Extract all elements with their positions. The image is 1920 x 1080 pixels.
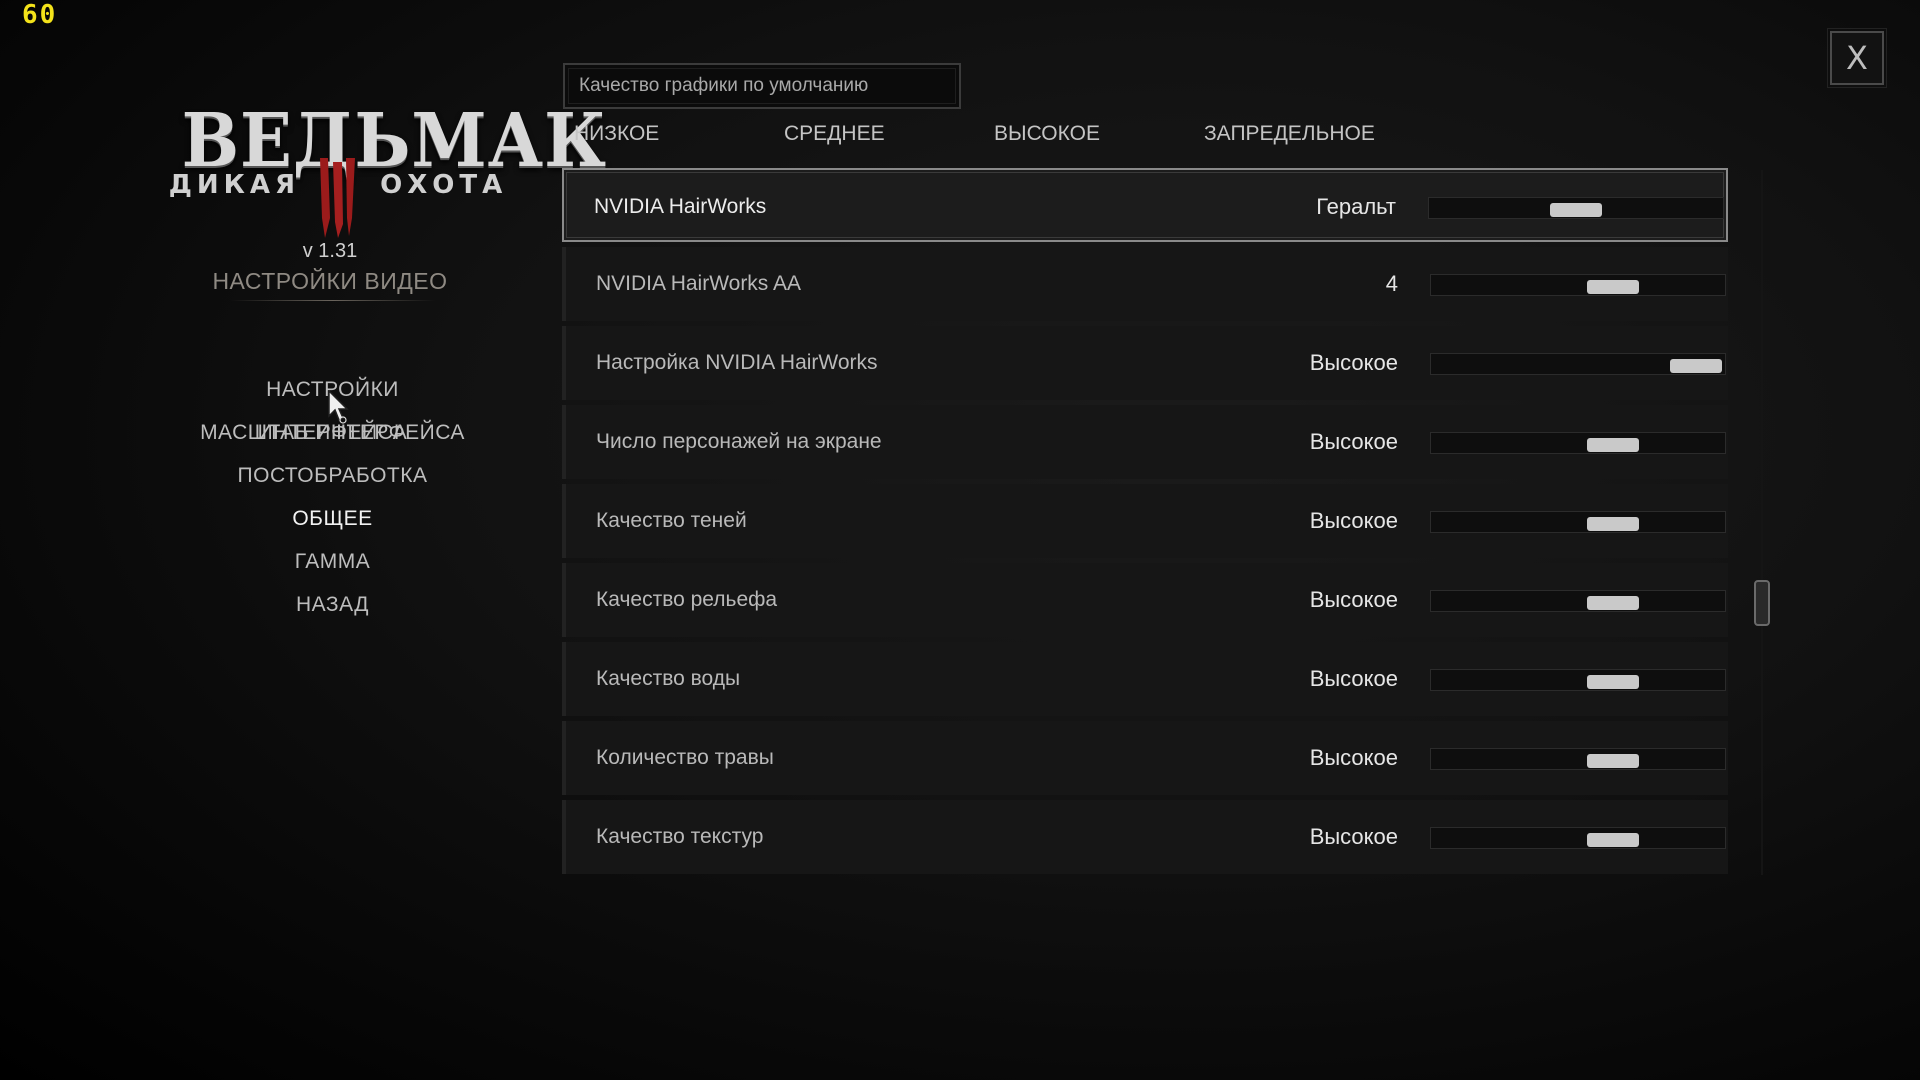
logo-subtitle-left: ДИКАЯ <box>168 170 301 200</box>
setting-slider[interactable] <box>1430 669 1726 691</box>
setting-row[interactable]: Качество рельефа Высокое <box>562 563 1728 637</box>
slider-thumb[interactable] <box>1587 517 1640 531</box>
setting-label: Качество воды <box>596 667 741 690</box>
setting-value: Высокое <box>1309 429 1398 454</box>
version-label: v 1.31 <box>302 240 358 262</box>
setting-row[interactable]: Настройка NVIDIA HairWorks Высокое <box>562 326 1728 400</box>
setting-slider[interactable] <box>1430 748 1726 770</box>
setting-label: Качество текстур <box>596 825 764 848</box>
close-button[interactable]: X <box>1827 28 1887 88</box>
scrollbar-track[interactable] <box>1761 170 1763 875</box>
preset-medium[interactable]: СРЕДНЕЕ <box>784 122 885 146</box>
setting-label: Количество травы <box>596 746 774 769</box>
slider-thumb[interactable] <box>1587 280 1640 294</box>
graphics-preset-field[interactable]: Качество графики по умолчанию <box>563 63 961 109</box>
setting-slider[interactable] <box>1430 590 1726 612</box>
setting-value: Высокое <box>1309 745 1398 770</box>
slider-thumb[interactable] <box>1587 596 1640 610</box>
fps-counter: 60 <box>22 0 58 30</box>
slider-thumb[interactable] <box>1587 438 1640 452</box>
setting-row[interactable]: Качество теней Высокое <box>562 484 1728 558</box>
slider-thumb[interactable] <box>1587 675 1640 689</box>
claw-mark-icon <box>320 158 355 238</box>
logo-subtitle-right: ОХОТА <box>380 170 508 200</box>
slider-thumb[interactable] <box>1669 359 1722 373</box>
setting-slider[interactable] <box>1430 827 1726 849</box>
setting-row[interactable]: NVIDIA HairWorks Геральт <box>562 168 1728 242</box>
setting-slider[interactable] <box>1430 353 1726 375</box>
close-icon: X <box>1846 39 1868 77</box>
setting-label: NVIDIA HairWorks <box>594 195 767 218</box>
slider-thumb[interactable] <box>1550 203 1602 217</box>
section-divider <box>230 300 435 301</box>
setting-row[interactable]: Количество травы Высокое <box>562 721 1728 795</box>
setting-label: Настройка NVIDIA HairWorks <box>596 351 878 374</box>
game-logo: ВЕДЬМАК ДИКАЯ ОХОТА <box>168 98 606 238</box>
setting-value: Высокое <box>1309 350 1398 375</box>
setting-label: NVIDIA HairWorks AA <box>596 272 801 295</box>
slider-thumb[interactable] <box>1587 754 1640 768</box>
setting-slider[interactable] <box>1430 511 1726 533</box>
setting-value: Высокое <box>1309 666 1398 691</box>
menu-item-gamma[interactable]: ГАММА <box>190 540 475 583</box>
setting-slider[interactable] <box>1430 432 1726 454</box>
setting-value: Высокое <box>1309 587 1398 612</box>
setting-row[interactable]: Качество текстур Высокое <box>562 800 1728 874</box>
preset-high[interactable]: ВЫСОКОЕ <box>994 122 1100 146</box>
settings-list: NVIDIA HairWorks Геральт NVIDIA HairWorks … <box>562 168 1728 879</box>
scrollbar-thumb[interactable] <box>1754 580 1770 626</box>
mouse-cursor-icon <box>328 390 349 424</box>
menu-item-postprocessing[interactable]: ПОСТОБРАБОТКА <box>190 454 475 497</box>
setting-value: Высокое <box>1309 508 1398 533</box>
setting-label: Качество рельефа <box>596 588 778 611</box>
menu-item-back[interactable]: НАЗАД <box>190 583 475 626</box>
setting-row[interactable]: NVIDIA HairWorks AA 4 <box>562 247 1728 321</box>
setting-value: Высокое <box>1309 824 1398 849</box>
setting-value: Геральт <box>1316 194 1396 219</box>
setting-label: Качество теней <box>596 509 747 532</box>
slider-thumb[interactable] <box>1587 833 1640 847</box>
menu-item-general[interactable]: ОБЩЕЕ <box>190 497 475 540</box>
setting-label: Число персонажей на экране <box>596 430 882 453</box>
setting-row[interactable]: Число персонажей на экране Высокое <box>562 405 1728 479</box>
preset-ultra[interactable]: ЗАПРЕДЕЛЬНОЕ <box>1204 122 1375 146</box>
setting-row[interactable]: Качество воды Высокое <box>562 642 1728 716</box>
setting-slider[interactable] <box>1428 197 1724 219</box>
preset-low[interactable]: НИЗКОЕ <box>574 122 659 146</box>
setting-slider[interactable] <box>1430 274 1726 296</box>
section-title: НАСТРОЙКИ ВИДЕО <box>212 268 448 294</box>
setting-value: 4 <box>1385 271 1398 296</box>
